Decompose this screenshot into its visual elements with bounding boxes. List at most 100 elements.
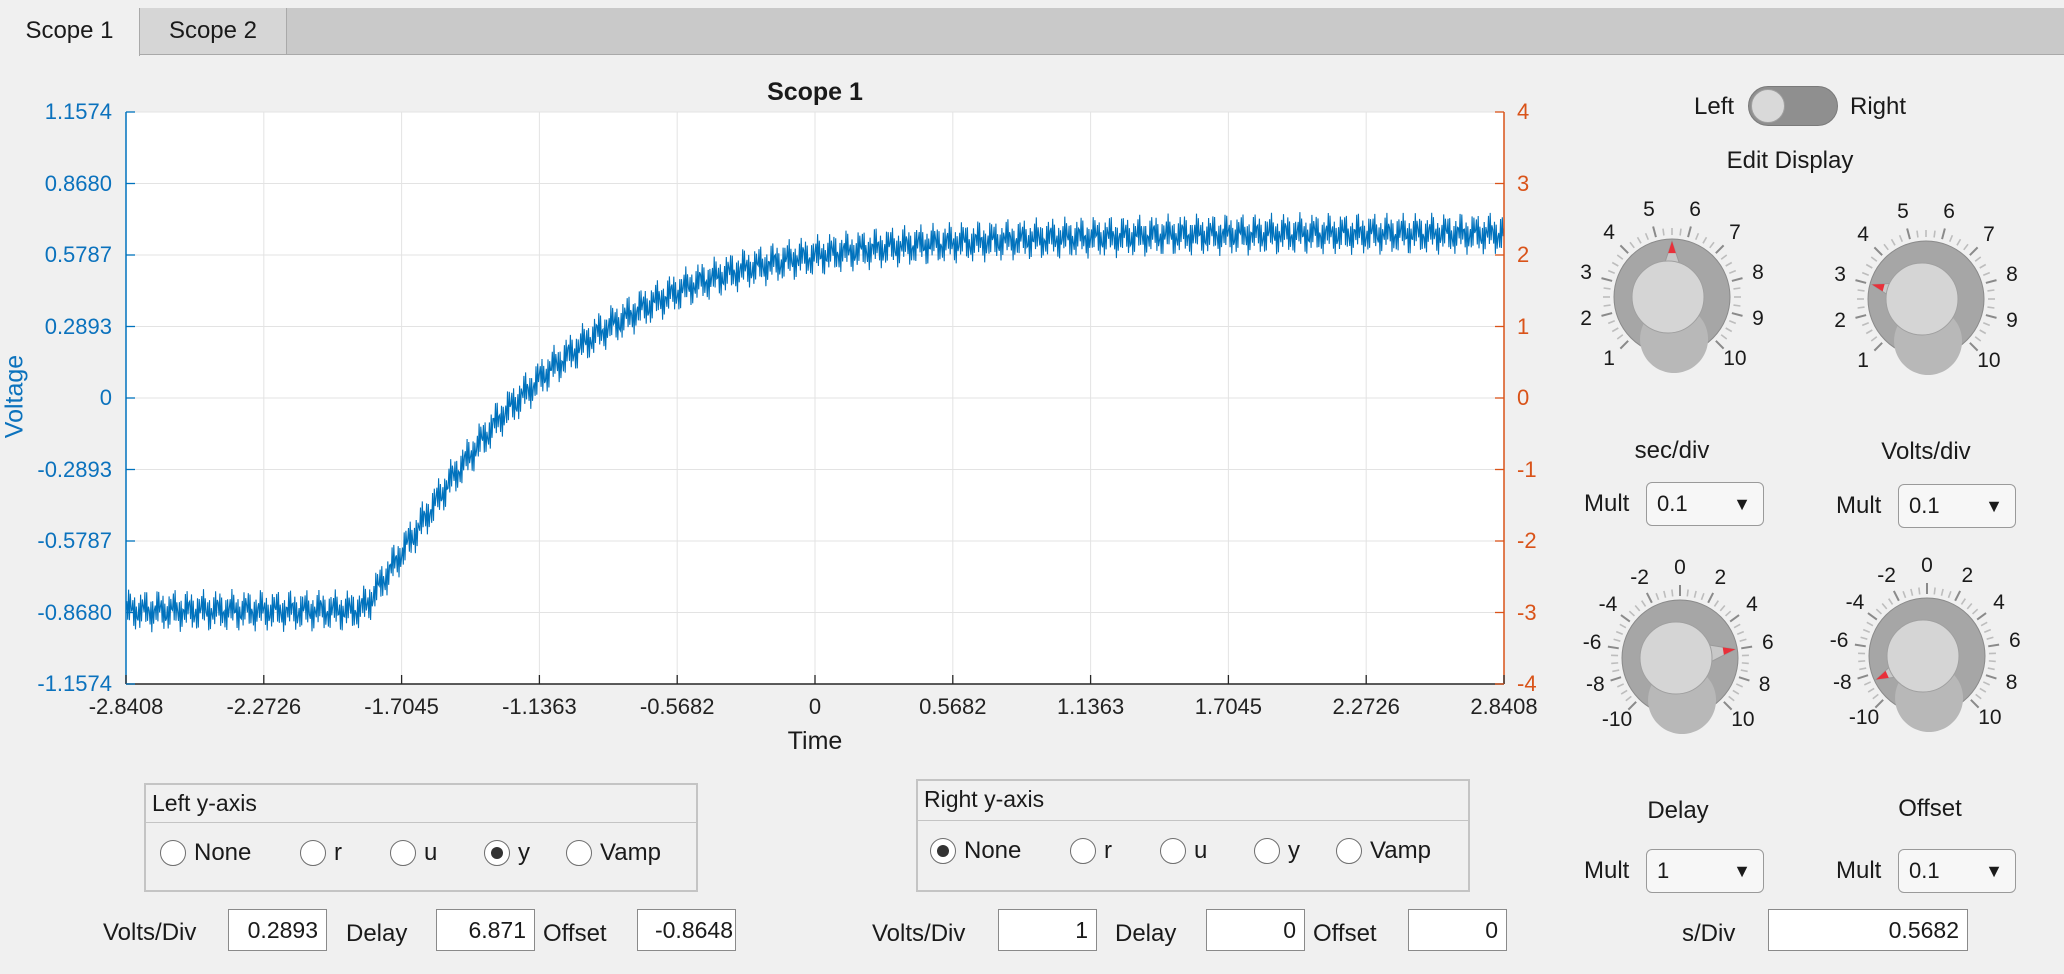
left-offset-field[interactable]: -0.8648 [637, 909, 736, 951]
radio-label: y [518, 839, 530, 866]
knob-tick [1857, 289, 1865, 292]
knob-scale-label: 2 [1580, 307, 1592, 331]
mult-sec-dropdown[interactable]: 0.1 ▼ [1646, 482, 1764, 526]
left-y-axis-title: Left y-axis [152, 790, 257, 816]
knob-tick [1940, 588, 1944, 596]
knob-tick [1612, 669, 1620, 673]
knob-tick [1870, 336, 1878, 342]
knob-tick [1611, 327, 1619, 333]
knob-scale-label: 2 [1834, 309, 1846, 333]
knob-tick [1987, 306, 1995, 309]
mult-volts-dropdown[interactable]: 0.1 ▼ [1898, 484, 2016, 528]
knob-scale-label: 6 [1689, 198, 1701, 222]
knob-tick [1728, 695, 1735, 702]
left-axis-radio-y[interactable] [484, 840, 510, 866]
knob-tick [1898, 234, 1904, 243]
knob-tick [1862, 628, 1871, 634]
knob-tick [1941, 228, 1946, 240]
knob-scale-label: 1 [1857, 348, 1869, 372]
knob-tick [1720, 334, 1728, 340]
knob-cap [1631, 260, 1705, 334]
right-axis-radio-vamp[interactable] [1336, 838, 1362, 864]
knob-scale-label: 4 [1746, 592, 1758, 616]
knob-tick [1636, 236, 1642, 244]
left-panel-divider [146, 822, 696, 823]
knob-scale-label: 8 [1752, 260, 1764, 284]
s-div-field[interactable]: 0.5682 [1768, 909, 1968, 951]
radio-label: r [1104, 837, 1112, 864]
knob-tick [1741, 662, 1749, 665]
left-volts-div-field[interactable]: 0.2893 [228, 909, 327, 951]
knob-tick [1694, 232, 1700, 241]
knob-tick [1974, 336, 1982, 342]
radio-label: r [334, 839, 342, 866]
knob-tick [1625, 695, 1632, 702]
left-delay-field[interactable]: 6.871 [436, 909, 535, 951]
knob-tick [1616, 334, 1624, 340]
knob-tick [1641, 600, 1647, 607]
knob-scale-label: 10 [1731, 707, 1755, 731]
knob-tick [1892, 590, 1900, 602]
chevron-down-icon: ▼ [1733, 494, 1751, 514]
mult-delay-value: 1 [1657, 858, 1670, 883]
knob-scale-label: 1 [1603, 346, 1615, 370]
knob-scale-label: 5 [1897, 200, 1909, 224]
knob-scale-label: -8 [1586, 672, 1605, 696]
knob-scale-label: 8 [2006, 262, 2018, 286]
knob-scale-label: 2 [1961, 563, 1974, 587]
knob-tick [1725, 261, 1733, 267]
knob-tick [1720, 254, 1728, 260]
right-delay-field[interactable]: 0 [1206, 909, 1305, 951]
right-volts-div-field[interactable]: 1 [998, 909, 1097, 951]
knob-tick [1988, 660, 1996, 663]
knob-tick [1611, 261, 1619, 267]
knob-tick [1693, 590, 1697, 598]
right-axis-radio-r[interactable] [1070, 838, 1096, 864]
left-axis-radio-r[interactable] [300, 840, 326, 866]
knob-tick [1933, 230, 1936, 238]
right-axis-radio-none[interactable] [930, 838, 956, 864]
knob-tick [1611, 662, 1619, 665]
left-axis-radio-vamp[interactable] [566, 840, 592, 866]
right-axis-radio-u[interactable] [1160, 838, 1186, 864]
left-axis-radio-u[interactable] [390, 840, 416, 866]
mult-delay-dropdown[interactable]: 1 ▼ [1646, 849, 1764, 893]
right-volts-div-label: Volts/Div [872, 920, 966, 947]
knob-tick [1719, 605, 1726, 612]
knob-scale-label: 3 [1580, 260, 1592, 284]
left-axis-radio-none[interactable] [160, 840, 186, 866]
knob-tick [1740, 669, 1748, 673]
knob-scale-label: 10 [1723, 346, 1747, 370]
left-offset-label: Offset [543, 920, 607, 947]
knob-scale-label: 8 [1758, 672, 1771, 696]
knob-tick [1933, 587, 1936, 595]
radio-label: Vamp [1370, 837, 1431, 864]
right-offset-field[interactable]: 0 [1408, 909, 1507, 951]
right-axis-radio-y[interactable] [1254, 838, 1280, 864]
knob-tick [1663, 590, 1667, 598]
knob-tick [1603, 287, 1611, 290]
knob-tick [1679, 228, 1682, 236]
knob-tick [1872, 693, 1879, 700]
knob-scale-label: 5 [1643, 198, 1655, 222]
knob-tick [1702, 236, 1708, 244]
knob-scale-label: 4 [1603, 221, 1615, 245]
knob-tick [1857, 306, 1865, 309]
knob-tick [1634, 605, 1641, 612]
knob-tick [1867, 687, 1875, 693]
knob-tick [1888, 598, 1894, 605]
right-panel-divider [918, 820, 1468, 821]
knob-tick [1881, 603, 1888, 610]
knob-scale-label: -6 [1582, 631, 1602, 655]
knob-tick [1980, 621, 1988, 627]
knob-scale-label: 8 [2005, 670, 2018, 694]
right-delay-label: Delay [1115, 920, 1177, 947]
knob-tick [1858, 660, 1866, 663]
knob-tick [1975, 693, 1982, 700]
knob-tick [1662, 228, 1665, 236]
knob-tick [1733, 287, 1741, 290]
knob-tick [1966, 603, 1973, 610]
radio-selected-dot [937, 845, 949, 857]
knob-tick [1987, 667, 1995, 671]
mult-offset-dropdown[interactable]: 0.1 ▼ [1898, 849, 2016, 893]
